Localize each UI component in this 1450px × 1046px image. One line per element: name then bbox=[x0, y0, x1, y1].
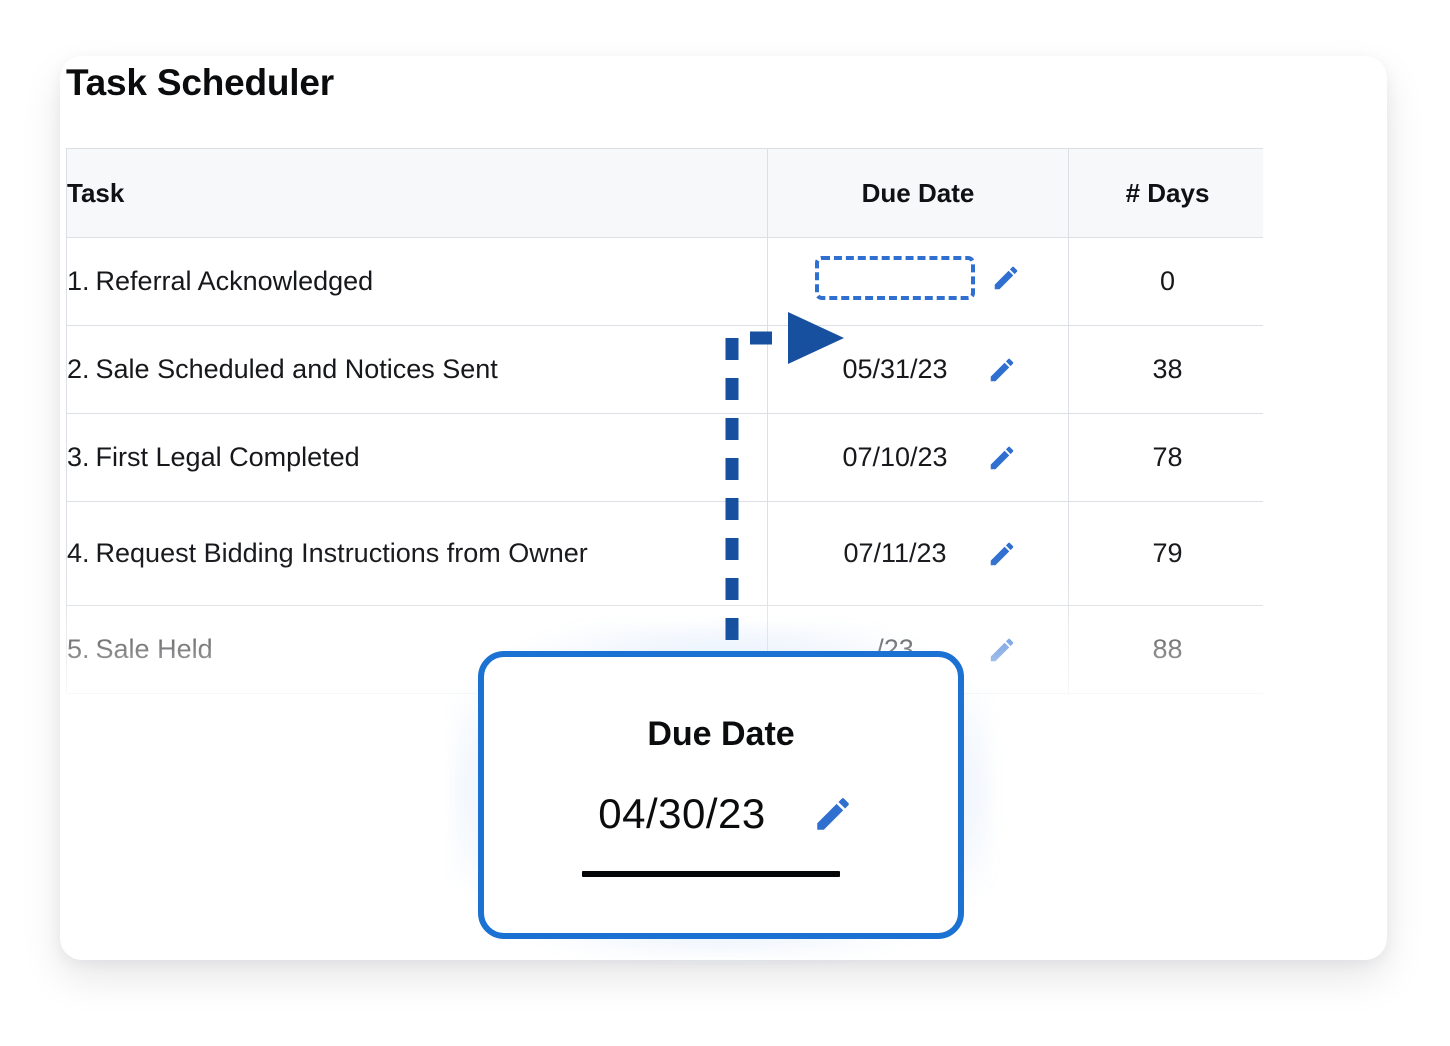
task-index: 2. bbox=[67, 353, 90, 384]
task-index: 3. bbox=[67, 441, 90, 472]
task-label: First Legal Completed bbox=[95, 441, 360, 472]
due-date-value: 05/31/23 bbox=[842, 354, 948, 384]
task-index: 1. bbox=[67, 265, 90, 296]
task-label: Request Bidding Instructions from Owner bbox=[95, 537, 588, 568]
task-label: Referral Acknowledged bbox=[95, 265, 374, 296]
table-row[interactable]: 2. Sale Scheduled and Notices Sent 05/31/… bbox=[66, 325, 1263, 414]
days-cell: 88 bbox=[1068, 605, 1263, 694]
days-cell: 0 bbox=[1068, 237, 1263, 326]
pencil-icon[interactable] bbox=[987, 355, 1017, 385]
due-date-inner: 07/10/23 bbox=[819, 442, 1017, 473]
task-index: 4. bbox=[67, 537, 90, 568]
pencil-icon[interactable] bbox=[987, 539, 1017, 569]
task-name-cell: 2. Sale Scheduled and Notices Sent bbox=[66, 325, 768, 414]
task-name-cell: 1. Referral Acknowledged bbox=[66, 237, 768, 326]
column-header-due-date[interactable]: Due Date bbox=[767, 148, 1069, 238]
task-table-header: Task Due Date # Days bbox=[66, 148, 1263, 238]
task-name-cell: 4. Request Bidding Instructions from Owne… bbox=[66, 501, 768, 606]
due-date-callout-card: Due Date 04/30/23 bbox=[478, 651, 964, 939]
due-date-value: 07/10/23 bbox=[842, 442, 948, 472]
task-label: Sale Scheduled and Notices Sent bbox=[95, 353, 498, 384]
callout-due-date-value[interactable]: 04/30/23 bbox=[598, 790, 766, 838]
page-title: Task Scheduler bbox=[66, 62, 334, 103]
table-row[interactable]: 3. First Legal Completed 07/10/23 78 bbox=[66, 413, 1263, 502]
due-date-inner: 07/11/23 bbox=[819, 538, 1017, 569]
due-date-value: 07/11/23 bbox=[843, 538, 947, 568]
due-date-cell[interactable]: 07/11/23 bbox=[767, 501, 1069, 606]
callout-title: Due Date bbox=[647, 715, 795, 753]
column-header-days[interactable]: # Days bbox=[1068, 148, 1263, 238]
due-date-inner bbox=[815, 256, 1021, 300]
due-date-cell[interactable]: 05/31/23 bbox=[767, 325, 1069, 414]
due-date-inner: 05/31/23 bbox=[819, 354, 1017, 385]
table-header-row: Task Due Date # Days bbox=[66, 148, 1263, 238]
days-cell: 38 bbox=[1068, 325, 1263, 414]
table-row[interactable]: 4. Request Bidding Instructions from Owne… bbox=[66, 501, 1263, 606]
callout-input-underline bbox=[582, 871, 840, 877]
task-table: Task Due Date # Days 1. Referral Acknowle… bbox=[66, 148, 1263, 694]
pencil-icon[interactable] bbox=[987, 443, 1017, 473]
callout-value-row: 04/30/23 bbox=[484, 790, 958, 838]
column-header-task[interactable]: Task bbox=[66, 148, 768, 238]
pencil-icon[interactable] bbox=[991, 263, 1021, 293]
days-cell: 79 bbox=[1068, 501, 1263, 606]
task-index: 5. bbox=[67, 633, 90, 664]
days-cell: 78 bbox=[1068, 413, 1263, 502]
table-row[interactable]: 1. Referral Acknowledged 0 bbox=[66, 237, 1263, 326]
due-date-empty-field[interactable] bbox=[815, 256, 975, 300]
due-date-cell[interactable]: 07/10/23 bbox=[767, 413, 1069, 502]
task-label: Sale Held bbox=[95, 633, 213, 664]
pencil-icon[interactable] bbox=[812, 793, 854, 835]
task-name-cell: 3. First Legal Completed bbox=[66, 413, 768, 502]
due-date-cell[interactable] bbox=[767, 237, 1069, 326]
